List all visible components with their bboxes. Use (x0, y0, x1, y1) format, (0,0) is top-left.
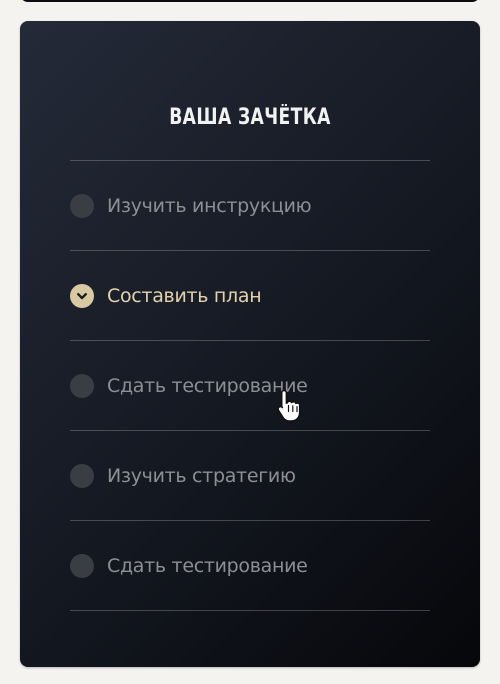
previous-card-edge (20, 0, 480, 2)
card-title: ВАША ЗАЧЁТКА (169, 105, 331, 130)
checklist-item-study-instructions[interactable]: Изучить инструкцию (70, 161, 430, 251)
checklist-item-label: Изучить инструкцию (107, 194, 312, 217)
checklist-item-make-plan[interactable]: Составить план (70, 251, 430, 341)
checklist-item-pass-test-2[interactable]: Сдать тестирование (70, 521, 430, 611)
checklist-item-label: Сдать тестирование (107, 374, 308, 397)
checklist: Изучить инструкцию Составить план Сдать … (70, 160, 430, 611)
checklist-item-label: Сдать тестирование (107, 554, 308, 577)
checklist-item-label: Составить план (107, 284, 262, 307)
checklist-card: ВАША ЗАЧЁТКА Изучить инструкцию Составит… (20, 21, 480, 667)
radio-unchecked-icon[interactable] (70, 553, 94, 578)
radio-unchecked-icon[interactable] (70, 373, 94, 398)
chevron-down-icon[interactable] (70, 283, 94, 308)
checklist-item-label: Изучить стратегию (107, 464, 296, 487)
checklist-item-pass-test-1[interactable]: Сдать тестирование (70, 341, 430, 431)
radio-unchecked-icon[interactable] (70, 463, 94, 488)
radio-unchecked-icon[interactable] (70, 193, 94, 218)
checklist-item-study-strategy[interactable]: Изучить стратегию (70, 431, 430, 521)
